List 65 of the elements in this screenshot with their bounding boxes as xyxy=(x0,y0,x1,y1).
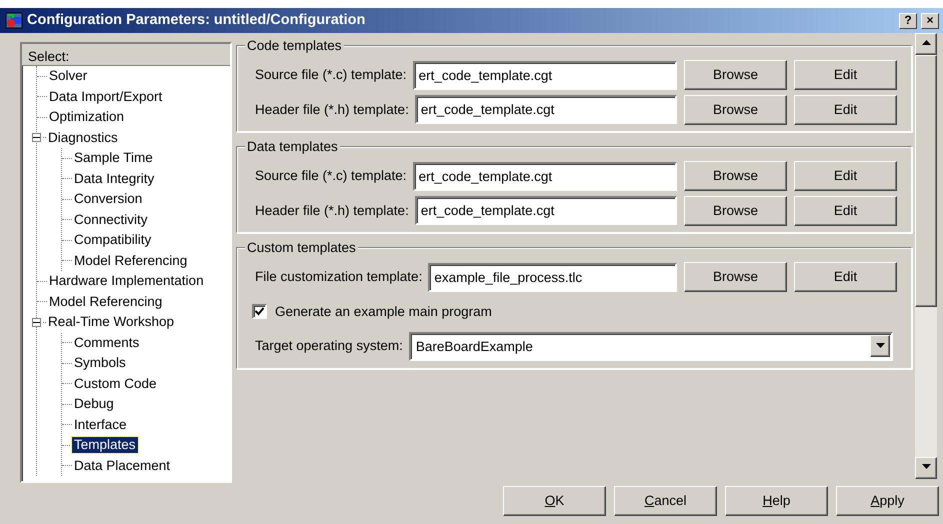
field-label: Target operating system: xyxy=(255,337,403,356)
help-button[interactable]: ? xyxy=(899,12,917,28)
checkbox[interactable] xyxy=(252,304,267,320)
field-label: Source file (*.c) template: xyxy=(255,167,407,186)
dialog-button[interactable]: Apply xyxy=(836,486,939,516)
up-arrow-icon xyxy=(922,40,930,46)
scroll-down-button[interactable] xyxy=(915,457,937,479)
tree-item[interactable]: Data Import/Export xyxy=(47,88,164,105)
collapse-icon[interactable] xyxy=(32,318,41,327)
tree-item[interactable]: Symbols xyxy=(72,355,128,372)
browse-button[interactable]: Browse xyxy=(684,196,787,226)
tree-item[interactable]: Templates xyxy=(72,437,138,454)
scroll-thumb[interactable] xyxy=(915,55,937,307)
dialog-button[interactable]: Cancel xyxy=(614,486,717,516)
group-title: Code templates xyxy=(245,37,344,54)
text-field[interactable]: ert_code_template.cgt xyxy=(414,95,677,124)
text-field[interactable]: example_file_process.tlc xyxy=(428,262,677,292)
edit-button[interactable]: Edit xyxy=(794,161,897,192)
app-icon xyxy=(5,12,23,29)
field-label: Source file (*.c) template: xyxy=(255,66,407,84)
edit-button[interactable]: Edit xyxy=(794,196,897,226)
browse-button[interactable]: Browse xyxy=(684,94,787,125)
edit-button[interactable]: Edit xyxy=(794,262,897,292)
tree-item[interactable]: Model Referencing xyxy=(72,252,190,269)
tree-item[interactable]: Solver xyxy=(47,68,90,84)
down-arrow-icon xyxy=(922,464,930,470)
edit-button[interactable]: Edit xyxy=(794,60,897,90)
scroll-up-button[interactable] xyxy=(915,33,937,55)
tree-item[interactable]: Diagnostics xyxy=(46,130,120,146)
edit-button[interactable]: Edit xyxy=(794,94,897,125)
window-title: Configuration Parameters: untitled/Configuration xyxy=(27,10,366,30)
field-label: Header file (*.h) template: xyxy=(255,100,409,119)
browse-button[interactable]: Browse xyxy=(684,161,787,192)
dropdown[interactable]: BareBoardExample xyxy=(408,332,893,361)
tree-item[interactable]: Custom Code xyxy=(72,376,159,392)
tree-item[interactable]: Model Referencing xyxy=(47,294,164,310)
browse-button[interactable]: Browse xyxy=(684,262,787,292)
dropdown-value: BareBoardExample xyxy=(416,338,534,356)
text-field[interactable]: ert_code_template.cgt xyxy=(414,196,677,226)
tree-item[interactable]: Data Integrity xyxy=(72,170,156,187)
tree-item[interactable]: Interface xyxy=(72,416,129,433)
collapse-icon[interactable] xyxy=(32,133,41,142)
group-title: Custom templates xyxy=(245,239,358,256)
group-title: Data templates xyxy=(245,138,340,155)
tree-header: Select: xyxy=(28,49,70,64)
checkbox-label: Generate an example main program xyxy=(275,302,492,321)
tree-item[interactable]: Conversion xyxy=(72,191,144,208)
tree-item[interactable]: Optimization xyxy=(47,109,126,126)
text-field[interactable]: ert_code_template.cgt xyxy=(412,60,677,90)
field-label: File customization template: xyxy=(255,268,422,286)
tree-item[interactable]: Sample Time xyxy=(72,150,155,166)
tree-item[interactable]: Data Placement xyxy=(72,458,172,474)
field-label: Header file (*.h) template: xyxy=(255,202,409,220)
tree-item[interactable]: Hardware Implementation xyxy=(47,273,206,290)
tree-item[interactable]: Connectivity xyxy=(72,212,150,228)
dialog-button[interactable]: Help xyxy=(725,486,828,516)
tree-item[interactable]: Real-Time Workshop xyxy=(46,314,176,330)
browse-button[interactable]: Browse xyxy=(684,60,787,90)
tree-item[interactable]: Comments xyxy=(72,334,142,351)
close-button[interactable]: × xyxy=(921,12,939,28)
text-field[interactable]: ert_code_template.cgt xyxy=(412,162,677,191)
scrollbar[interactable] xyxy=(915,33,937,479)
dialog-button[interactable]: OK xyxy=(503,486,606,516)
tree-item[interactable]: Compatibility xyxy=(72,232,154,248)
tree-item[interactable]: Debug xyxy=(72,396,116,412)
